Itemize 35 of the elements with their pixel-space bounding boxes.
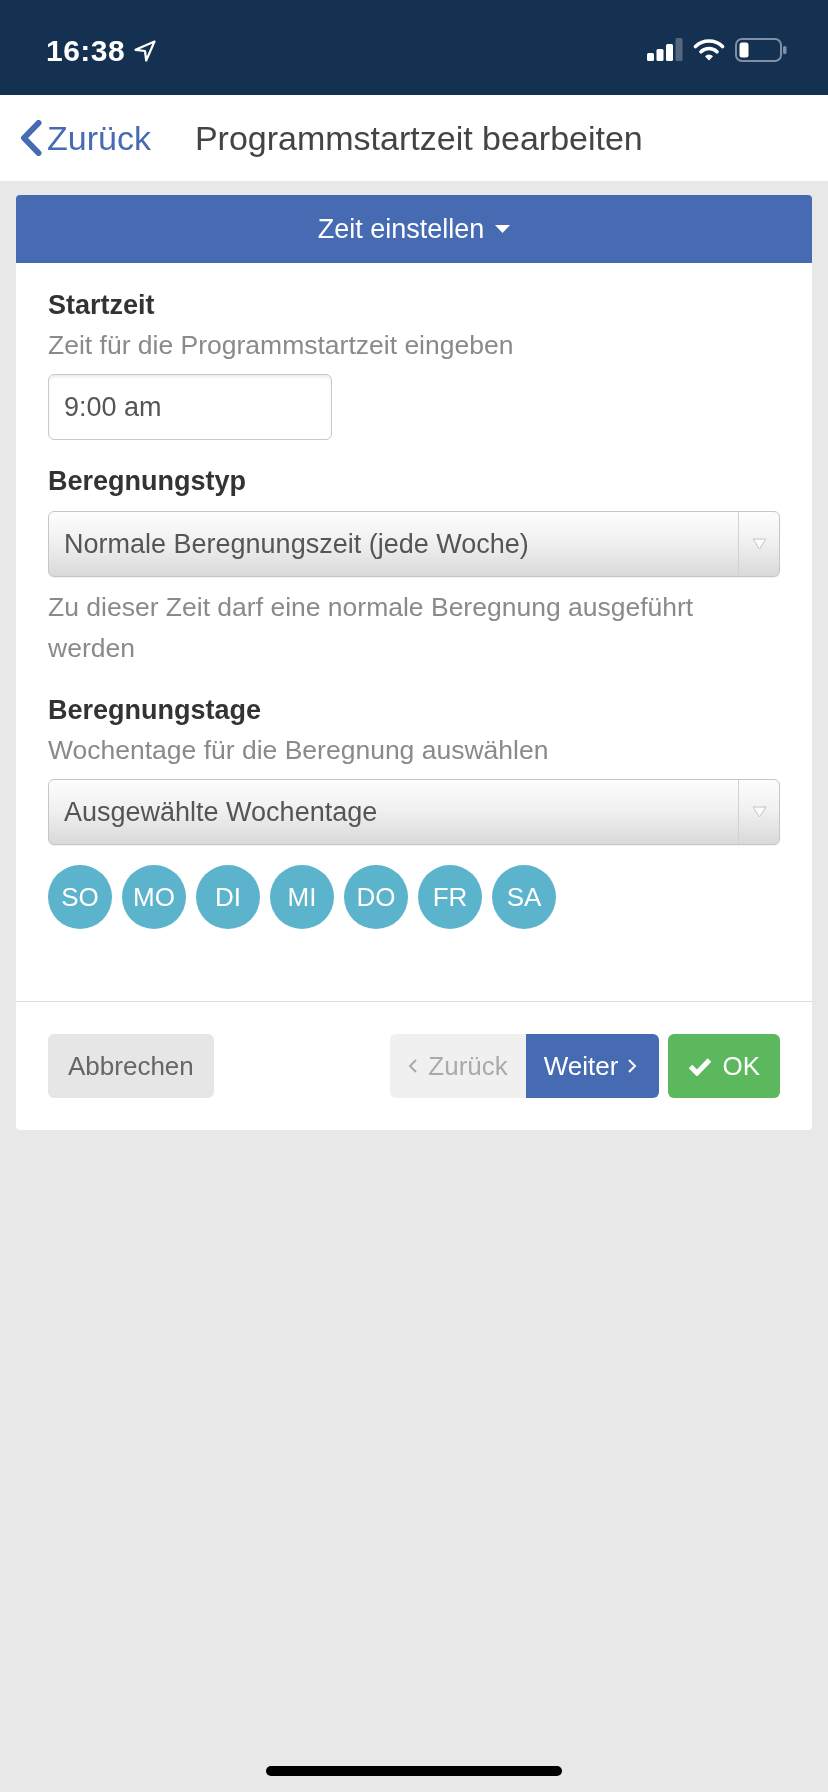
day-toggle[interactable]: FR xyxy=(418,865,482,929)
section-dropdown-button[interactable]: Zeit einstellen xyxy=(16,195,812,263)
check-icon xyxy=(688,1056,713,1076)
field-label: Beregnungstyp xyxy=(48,465,248,498)
field-label: Startzeit xyxy=(48,289,156,322)
field-label: Beregnungstage xyxy=(48,694,263,727)
dropdown-arrow-icon xyxy=(751,538,767,550)
caret-icon xyxy=(495,225,511,233)
nav-title: Programmstartzeit bearbeiten xyxy=(194,118,643,158)
help-text: Wochentage für die Beregnung auswählen xyxy=(48,734,550,767)
time-input-field[interactable]: 9:00 am xyxy=(48,374,332,440)
back-button[interactable]: Zurück xyxy=(19,113,151,163)
select-field[interactable]: Normale Beregnungszeit (jede Woche) xyxy=(48,511,780,577)
home-indicator[interactable] xyxy=(266,1766,562,1776)
chevron-right-icon xyxy=(627,1058,638,1074)
next-button[interactable]: Weiter xyxy=(525,1034,660,1098)
day-toggle[interactable]: MI xyxy=(270,865,334,929)
chevron-left-icon xyxy=(19,120,42,156)
dropdown-arrow-icon xyxy=(751,806,767,818)
signal-icon xyxy=(647,38,683,61)
ok-button[interactable]: OK xyxy=(668,1034,780,1098)
wifi-icon xyxy=(693,38,725,61)
day-toggle[interactable]: SO xyxy=(48,865,112,929)
cancel-button[interactable]: Abbrechen xyxy=(48,1034,214,1098)
help-text: Zu dieser Zeit darf eine normale Beregnung ausgeführt werden xyxy=(48,591,695,665)
battery-icon xyxy=(735,37,787,62)
day-toggle[interactable]: MO xyxy=(122,865,186,929)
select-field[interactable]: Ausgewählte Wochentage xyxy=(48,779,780,845)
location-arrow-icon xyxy=(134,39,157,62)
day-toggle[interactable]: DO xyxy=(344,865,408,929)
day-toggle[interactable]: SA xyxy=(492,865,556,929)
help-text: Zeit für die Programmstartzeit eingeben xyxy=(48,329,515,362)
day-toggle[interactable]: DI xyxy=(196,865,260,929)
chevron-left-icon xyxy=(408,1058,419,1074)
status-time: 16:38 xyxy=(46,33,126,68)
